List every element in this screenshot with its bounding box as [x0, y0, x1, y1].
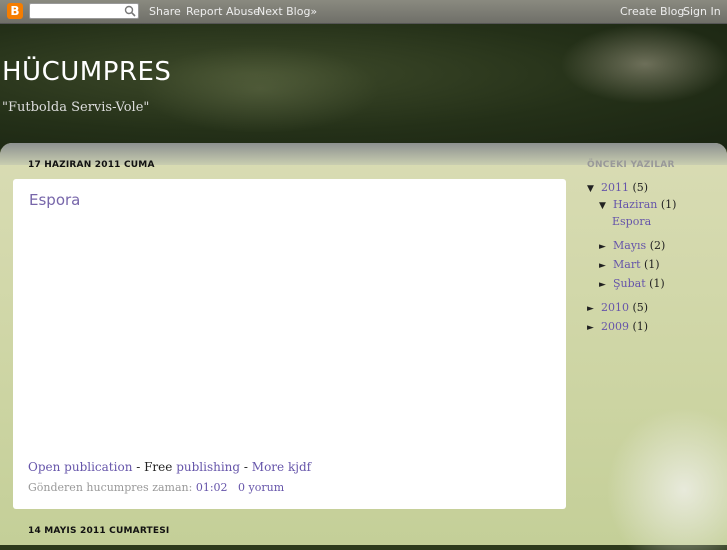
post-body-links: Open publication - Free publishing - Mor… — [28, 460, 311, 474]
expand-toggle-icon[interactable]: ► — [599, 261, 613, 271]
next-blog-link[interactable]: Next Blog» — [257, 5, 317, 18]
post-title[interactable]: Espora — [29, 191, 80, 209]
expand-toggle-icon[interactable]: ► — [587, 304, 601, 314]
archive-post-link[interactable]: Espora — [612, 215, 651, 228]
more-link[interactable]: More kjdf — [252, 460, 311, 474]
blogger-logo-icon[interactable]: B — [7, 3, 23, 19]
sign-in-link[interactable]: Sign In — [683, 5, 721, 18]
post-date-header: 17 HAZIRAN 2011 CUMA — [28, 160, 155, 170]
expand-toggle-icon[interactable]: ► — [599, 280, 613, 290]
comments-link[interactable]: 0 yorum — [238, 481, 284, 494]
post-date-header: 14 MAYIS 2011 CUMARTESI — [28, 526, 170, 536]
archive-link[interactable]: 2009 — [601, 320, 629, 333]
search-input[interactable] — [29, 3, 139, 19]
archive-link[interactable]: Mayıs — [613, 239, 646, 252]
archive-count: (1) — [649, 277, 665, 290]
create-blog-link[interactable]: Create Blog — [620, 5, 684, 18]
post-text: - Free — [132, 460, 177, 474]
expand-toggle-icon[interactable]: ► — [587, 323, 601, 333]
share-link[interactable]: Share — [149, 5, 181, 18]
archive-year-2009[interactable]: ► 2009 (1) — [587, 320, 648, 333]
archive-month-mart[interactable]: ► Mart (1) — [599, 258, 660, 271]
archive-link[interactable]: Şubat — [613, 277, 646, 290]
expand-toggle-icon[interactable]: ► — [599, 242, 613, 252]
post-time-link[interactable]: 01:02 — [196, 481, 228, 494]
archive-count: (1) — [644, 258, 660, 271]
archive-count: (5) — [632, 181, 649, 194]
sidebar-heading: ÖNCEKI YAZILAR — [587, 160, 675, 170]
archive-month-haziran[interactable]: ▼ Haziran (1) — [599, 198, 676, 211]
post-text: - — [240, 460, 252, 474]
post-footer: Gönderen hucumpres zaman: 01:02 0 yorum — [28, 481, 284, 494]
archive-month-mayis[interactable]: ► Mayıs (2) — [599, 239, 665, 252]
archive-post-espora[interactable]: Espora — [612, 215, 651, 228]
background-image — [600, 400, 727, 550]
archive-count: (1) — [660, 198, 677, 211]
post: Espora Open publication - Free publishin… — [13, 179, 566, 509]
header-background-image — [140, 44, 380, 134]
archive-link[interactable]: Haziran — [613, 198, 657, 211]
archive-year-2010[interactable]: ► 2010 (5) — [587, 301, 648, 314]
search-icon[interactable] — [124, 5, 136, 17]
archive-month-subat[interactable]: ► Şubat (1) — [599, 277, 665, 290]
collapse-toggle-icon[interactable]: ▼ — [587, 184, 601, 194]
archive-count: (1) — [632, 320, 649, 333]
open-publication-link[interactable]: Open publication — [28, 460, 132, 474]
publishing-link[interactable]: publishing — [176, 460, 240, 474]
blog-description: "Futbolda Servis-Vole" — [2, 100, 150, 115]
archive-count: (2) — [649, 239, 666, 252]
blogger-navbar: B Share Report Abuse Next Blog» Create B… — [0, 0, 727, 24]
header-background-image — [560, 24, 727, 104]
archive-link[interactable]: Mart — [613, 258, 641, 271]
archive-link[interactable]: 2011 — [601, 181, 629, 194]
post-author-text: Gönderen hucumpres zaman: — [28, 481, 196, 494]
archive-link[interactable]: 2010 — [601, 301, 629, 314]
archive-count: (5) — [632, 301, 649, 314]
archive-year-2011[interactable]: ▼ 2011 (5) — [587, 181, 648, 194]
blog-title[interactable]: HÜCUMPRES — [2, 57, 171, 87]
report-abuse-link[interactable]: Report Abuse — [186, 5, 260, 18]
blog-header: HÜCUMPRES "Futbolda Servis-Vole" — [0, 24, 727, 149]
collapse-toggle-icon[interactable]: ▼ — [599, 201, 613, 211]
